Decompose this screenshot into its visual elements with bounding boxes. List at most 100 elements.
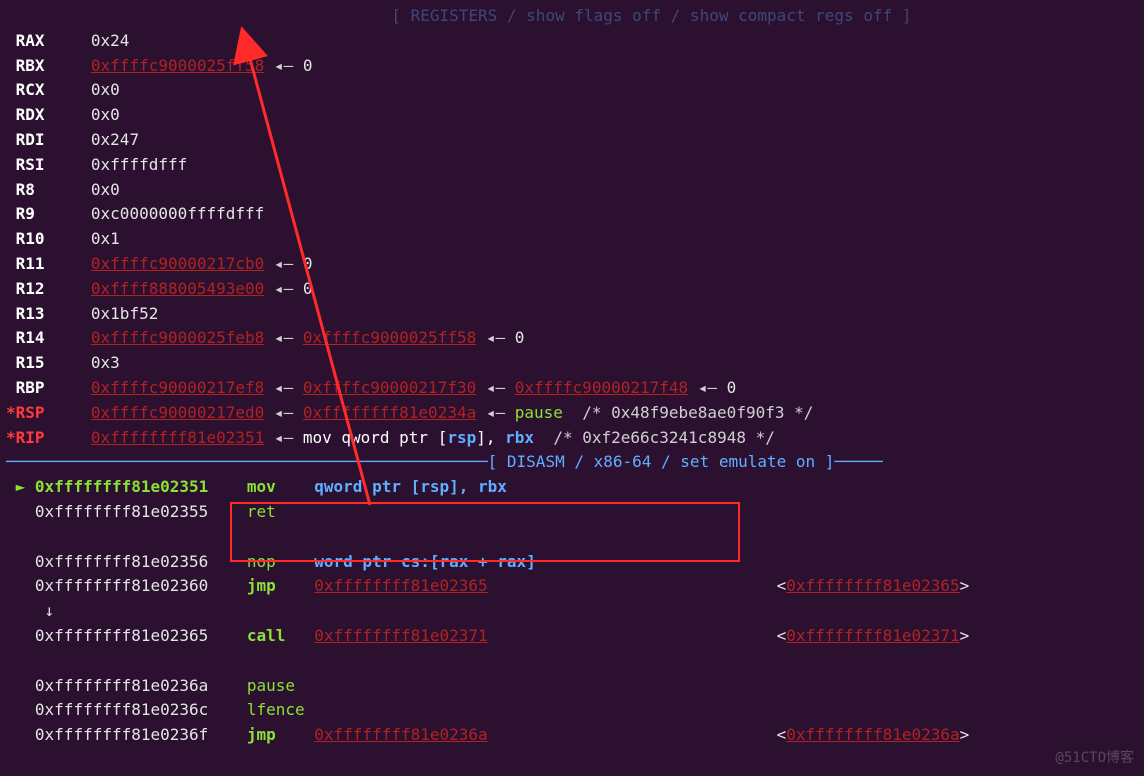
register-value: 0x24 — [91, 31, 130, 50]
register-value: 0 — [303, 56, 313, 75]
register-value: 0 — [303, 279, 313, 298]
register-name: R8 — [16, 178, 72, 203]
register-row-rsp: *RSP 0xffffc90000217ed0 ◂— 0xffffffff81e… — [0, 401, 1144, 426]
register-name: R11 — [16, 252, 72, 277]
disasm-target-address[interactable]: 0xffffffff81e02371 — [786, 626, 959, 645]
disasm-address: 0xffffffff81e02356 — [35, 552, 208, 571]
register-name: RIP — [16, 426, 72, 451]
deref-arrow: ◂— — [264, 254, 303, 273]
disasm-target-address[interactable]: 0xffffffff81e0236a — [786, 725, 959, 744]
register-value: 0x0 — [91, 180, 120, 199]
register-value[interactable]: 0xffffc90000217f48 — [515, 378, 688, 397]
deref-arrow: ◂— — [264, 279, 303, 298]
register-value[interactable]: 0xffffffff81e0234a — [303, 403, 476, 422]
register-value[interactable]: 0xffffc9000025ff58 — [303, 328, 476, 347]
register-row-r10: R10 0x1 — [0, 227, 1144, 252]
disasm-address: 0xffffffff81e02351 — [35, 477, 208, 496]
register-name: R13 — [16, 302, 72, 327]
disasm-line: 0xffffffff81e02356 nop word ptr cs:[rax … — [0, 550, 1144, 575]
register-row-r14: R14 0xffffc9000025feb8 ◂— 0xffffc9000025… — [0, 326, 1144, 351]
deref-arrow: ◂— — [264, 56, 303, 75]
register-value: 0x0 — [91, 80, 120, 99]
disasm-header: ────────────────────────────────────────… — [0, 450, 1144, 475]
register-value[interactable]: 0xffffc90000217ef8 — [91, 378, 264, 397]
disasm-line: 0xffffffff81e0236f jmp 0xffffffff81e0236… — [0, 723, 1144, 748]
instr-reg: rbx — [505, 428, 534, 447]
instr-mnem: mov — [303, 428, 342, 447]
register-value[interactable]: 0xffff888005493e00 — [91, 279, 264, 298]
instr-reg: rsp — [447, 428, 476, 447]
register-name: RSI — [16, 153, 72, 178]
disasm-address: 0xffffffff81e0236a — [35, 676, 208, 695]
register-row-rdi: RDI 0x247 — [0, 128, 1144, 153]
register-name: RDX — [16, 103, 72, 128]
register-value[interactable]: 0xffffc90000217ed0 — [91, 403, 264, 422]
register-name: RCX — [16, 78, 72, 103]
register-value: 0x247 — [91, 130, 139, 149]
register-row-rsi: RSI 0xffffdfff — [0, 153, 1144, 178]
disasm-address: 0xffffffff81e02360 — [35, 576, 208, 595]
register-value[interactable]: 0xffffc9000025feb8 — [91, 328, 264, 347]
disasm-mnemonic: mov — [247, 475, 314, 500]
register-name: RSP — [16, 401, 72, 426]
register-row-rbx: RBX 0xffffc9000025ff58 ◂— 0 — [0, 54, 1144, 79]
watermark-text: @51CTO博客 — [1055, 748, 1134, 770]
disasm-header-title: [ DISASM / x86-64 / set emulate on ] — [488, 452, 835, 471]
register-value: 0 — [303, 254, 313, 273]
register-value: 0x1bf52 — [91, 304, 158, 323]
disasm-blank — [0, 525, 1144, 550]
register-name: R12 — [16, 277, 72, 302]
register-value[interactable]: 0xffffc9000025ff58 — [91, 56, 264, 75]
deref-arrow: ◂— — [264, 328, 303, 347]
down-arrow-icon: ↓ — [6, 601, 54, 620]
changed-marker: * — [6, 428, 16, 447]
deref-arrow: ◂— — [476, 328, 515, 347]
disasm-line: 0xffffffff81e02365 call 0xffffffff81e023… — [0, 624, 1144, 649]
disasm-address: 0xffffffff81e0236c — [35, 700, 208, 719]
registers-header-text: [ REGISTERS / show flags off / show comp… — [6, 6, 911, 25]
register-row-r13: R13 0x1bf52 — [0, 302, 1144, 327]
register-value: 0 — [727, 378, 737, 397]
register-value[interactable]: 0xffffc90000217f30 — [303, 378, 476, 397]
deref-arrow: ◂— — [688, 378, 727, 397]
register-row-rdx: RDX 0x0 — [0, 103, 1144, 128]
register-value[interactable]: 0xffffc90000217cb0 — [91, 254, 264, 273]
changed-marker: * — [6, 403, 16, 422]
disasm-mnemonic: pause — [247, 674, 314, 699]
disasm-operand-address[interactable]: 0xffffffff81e02365 — [314, 576, 487, 595]
instr-mnem: pause — [515, 403, 563, 422]
disasm-line: 0xffffffff81e02355 ret — [0, 500, 1144, 525]
register-row-r11: R11 0xffffc90000217cb0 ◂— 0 — [0, 252, 1144, 277]
deref-arrow: ◂— — [264, 403, 303, 422]
register-row-rbp: RBP 0xffffc90000217ef8 ◂— 0xffffc9000021… — [0, 376, 1144, 401]
disasm-mnemonic: lfence — [247, 698, 314, 723]
registers-header: [ REGISTERS / show flags off / show comp… — [0, 4, 1144, 29]
disasm-mnemonic: jmp — [247, 574, 314, 599]
disasm-address: 0xffffffff81e02355 — [35, 502, 208, 521]
register-row-rip: *RIP 0xffffffff81e02351 ◂— mov qword ptr… — [0, 426, 1144, 451]
register-name: R14 — [16, 326, 72, 351]
disasm-address: 0xffffffff81e02365 — [35, 626, 208, 645]
register-name: RBX — [16, 54, 72, 79]
disasm-address: 0xffffffff81e0236f — [35, 725, 208, 744]
disasm-mnemonic: ret — [247, 500, 314, 525]
disasm-operand-address[interactable]: 0xffffffff81e02371 — [314, 626, 487, 645]
register-value: 0xc0000000ffffdfff — [91, 204, 264, 223]
register-row-r12: R12 0xffff888005493e00 ◂— 0 — [0, 277, 1144, 302]
disasm-line: 0xffffffff81e0236a pause — [0, 674, 1144, 699]
register-row-r9: R9 0xc0000000ffffdfff — [0, 202, 1144, 227]
register-value: 0 — [515, 328, 525, 347]
debugger-output: [ REGISTERS / show flags off / show comp… — [0, 4, 1144, 748]
disasm-operand-address[interactable]: 0xffffffff81e0236a — [314, 725, 487, 744]
register-value[interactable]: 0xffffffff81e02351 — [91, 428, 264, 447]
instr-comment: /* 0x48f9ebe8ae0f90f3 */ — [563, 403, 813, 422]
instr-comment: /* 0xf2e66c3241c8948 */ — [534, 428, 775, 447]
disasm-mnemonic: nop — [247, 550, 314, 575]
disasm-operands: word ptr cs:[rax + rax] — [314, 552, 536, 571]
register-name: RBP — [16, 376, 72, 401]
disasm-target-address[interactable]: 0xffffffff81e02365 — [786, 576, 959, 595]
disasm-blank — [0, 649, 1144, 674]
deref-arrow: ◂— — [264, 428, 303, 447]
disasm-line: 0xffffffff81e02360 jmp 0xffffffff81e0236… — [0, 574, 1144, 599]
disasm-operands: qword ptr [rsp], rbx — [314, 477, 507, 496]
